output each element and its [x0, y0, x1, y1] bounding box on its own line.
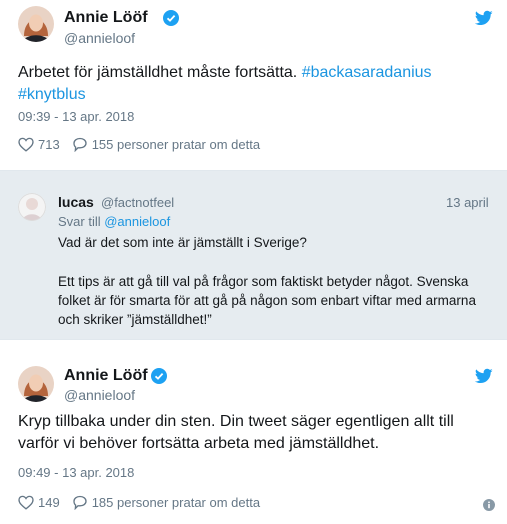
twitter-bird-icon[interactable]: [475, 9, 493, 27]
reply-to-mention[interactable]: @annieloof: [104, 214, 170, 229]
reply-date[interactable]: 13 april: [446, 195, 489, 210]
tweet-actions: 149 185 personer pratar om detta: [18, 495, 260, 510]
talking-count[interactable]: 155 personer pratar om detta: [92, 137, 260, 152]
like-count[interactable]: 713: [38, 137, 60, 152]
comment-bubble-icon[interactable]: [72, 137, 88, 152]
tweet-timestamp[interactable]: 09:49 - 13 apr. 2018: [18, 465, 134, 480]
tweet-text: Arbetet för jämställdhet måste fortsätta…: [18, 62, 488, 106]
tweet-timestamp[interactable]: 09:39 - 13 apr. 2018: [18, 109, 134, 124]
verified-badge-icon: [163, 10, 179, 26]
tweet-actions: 713 155 personer pratar om detta: [18, 137, 260, 152]
avatar-image-icon: [18, 366, 54, 402]
author-name[interactable]: Annie Lööf: [64, 9, 148, 27]
verified-badge-icon: [151, 368, 167, 384]
hashtag-link[interactable]: #knytblus: [18, 86, 86, 103]
quoted-reply-card[interactable]: lucas @factnotfeel 13 april Svar till @a…: [0, 170, 507, 340]
tweet-text: Kryp tillbaka under din sten. Din tweet …: [18, 413, 454, 452]
author-avatar[interactable]: [18, 6, 54, 42]
reply-to-label: Svar till: [58, 214, 105, 229]
tweet-card[interactable]: Annie Lööf @annieloof Arbetet för jämstä…: [0, 0, 507, 170]
comment-bubble-icon[interactable]: [72, 495, 88, 510]
avatar-image-icon: [18, 6, 54, 42]
author-handle[interactable]: @annieloof: [64, 30, 135, 46]
talking-count[interactable]: 185 personer pratar om detta: [92, 495, 260, 510]
tweet-card[interactable]: Annie Lööf @annieloof Kryp tillbaka unde…: [0, 346, 507, 524]
info-icon[interactable]: [483, 499, 495, 511]
author-name[interactable]: Annie Lööf: [64, 367, 148, 385]
hashtag-link[interactable]: #backasaradanius: [302, 64, 432, 81]
author-avatar[interactable]: [18, 366, 54, 402]
like-count[interactable]: 149: [38, 495, 60, 510]
reply-text-line2: Ett tips är att gå till val på frågor so…: [58, 274, 476, 327]
heart-icon[interactable]: [18, 137, 34, 152]
reply-author-handle[interactable]: @factnotfeel: [101, 195, 174, 210]
reply-author-avatar[interactable]: [18, 193, 46, 221]
reply-to-line: Svar till @annieloof: [58, 214, 170, 229]
tweet-text-plain: Arbetet för jämställdhet måste fortsätta…: [18, 64, 302, 81]
twitter-bird-icon[interactable]: [475, 367, 493, 385]
heart-icon[interactable]: [18, 495, 34, 510]
reply-text-line1: Vad är det som inte är jämställt i Sveri…: [58, 235, 307, 250]
avatar-image-icon: [18, 193, 46, 221]
reply-author-name[interactable]: lucas: [58, 194, 94, 210]
author-handle[interactable]: @annieloof: [64, 387, 135, 403]
